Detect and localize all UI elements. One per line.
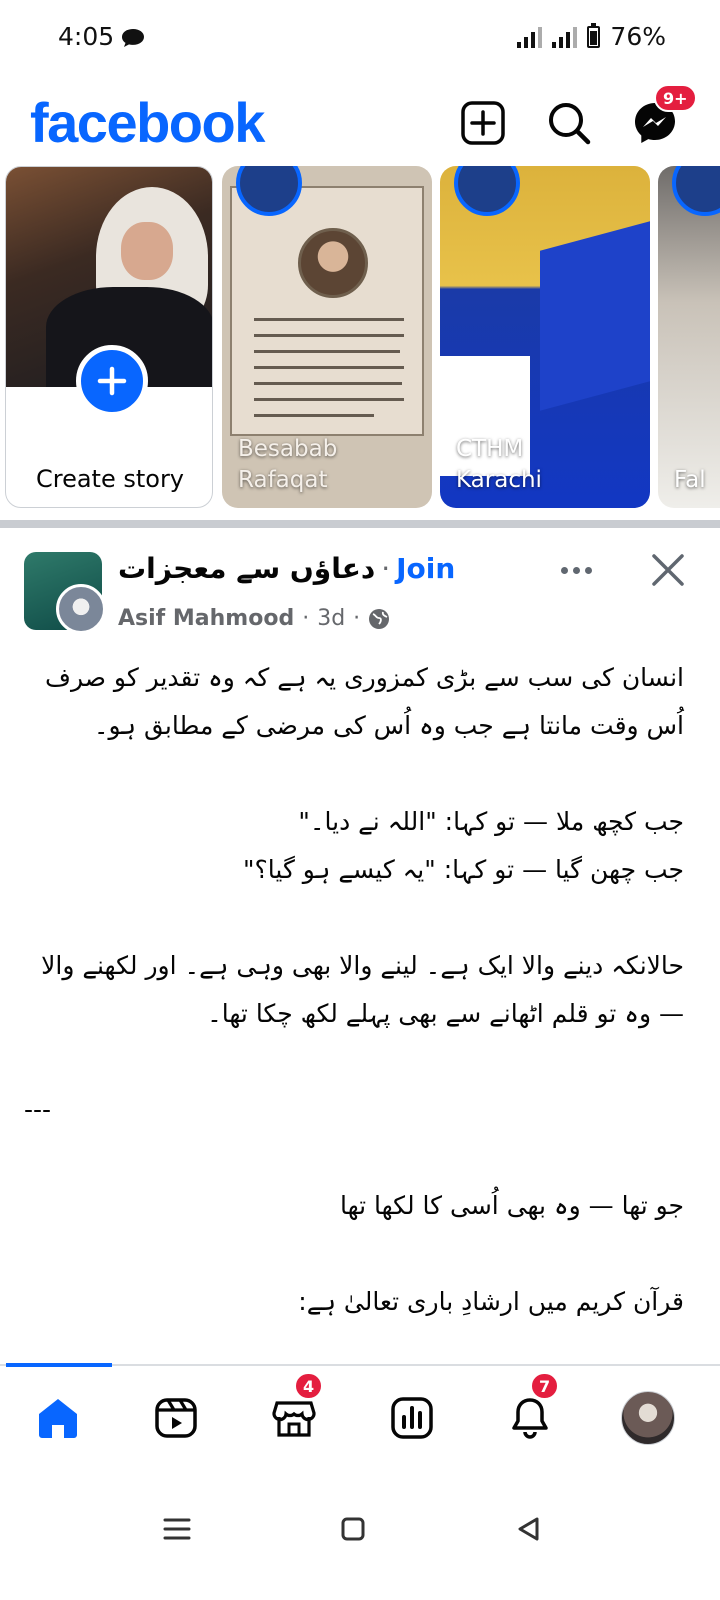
globe-icon <box>369 608 390 629</box>
back-triangle-icon <box>518 1517 539 1541</box>
separator: · <box>353 606 361 631</box>
back-system-button[interactable] <box>504 1504 554 1554</box>
tab-profile[interactable] <box>618 1388 678 1448</box>
post-line: قرآن کریم میں ارشادِ باری تعالیٰ ہے: <box>298 1287 684 1316</box>
post-line: حالانکہ دینے والا ایک ہے۔ لینے والا بھی … <box>41 951 684 1028</box>
story-author: CTHM Karachi <box>456 436 542 493</box>
recent-apps-button[interactable] <box>152 1504 202 1554</box>
post-text: انسان کی سب سے بڑی کمزوری یہ ہے کہ وہ تق… <box>24 654 684 1326</box>
system-navigation-bar <box>0 1480 720 1600</box>
signal-icon <box>552 26 578 48</box>
video-icon <box>155 1398 197 1438</box>
separator: · <box>381 552 391 585</box>
search-icon <box>549 103 591 145</box>
home-icon <box>39 1399 77 1438</box>
tab-notifications[interactable]: 7 <box>500 1372 560 1448</box>
marketplace-badge: 4 <box>294 1372 324 1400</box>
author-name[interactable]: Asif Mahmood <box>118 606 294 631</box>
close-icon <box>652 554 684 586</box>
tab-indicator-track <box>0 1363 720 1367</box>
story-card[interactable]: CTHM Karachi <box>440 166 650 508</box>
story-card[interactable]: Fal <box>658 166 720 508</box>
menu-icon <box>163 1518 191 1540</box>
create-post-button[interactable] <box>458 98 508 148</box>
battery-icon <box>587 22 601 48</box>
home-square-icon <box>341 1517 365 1541</box>
post-meta: Asif Mahmood · 3d · <box>118 606 390 631</box>
tab-home[interactable] <box>28 1388 88 1448</box>
group-title-row: دعاؤں سے معجزات · Join <box>118 552 455 585</box>
story-avatar <box>672 166 720 216</box>
join-button[interactable]: Join <box>396 552 455 585</box>
tab-video[interactable] <box>146 1388 206 1448</box>
plus-square-icon <box>461 101 505 145</box>
story-author: Fal <box>674 467 706 493</box>
add-story-button[interactable] <box>76 345 148 417</box>
hide-post-button[interactable] <box>646 548 690 592</box>
tab-marketplace[interactable]: 4 <box>264 1372 324 1448</box>
chat-bubble-icon <box>120 27 146 53</box>
post-separator-line: --- <box>24 1095 52 1124</box>
tab-dashboard[interactable] <box>382 1388 442 1448</box>
home-system-button[interactable] <box>328 1504 378 1554</box>
feed-divider <box>0 520 720 528</box>
facebook-logo[interactable]: facebook <box>30 90 265 155</box>
post-time[interactable]: 3d <box>317 606 345 631</box>
stories-tray[interactable]: Create story Besabab Rafaqat CTHM Karach… <box>0 162 720 510</box>
post-line: جب چھن گیا — تو کہا: "یہ کیسے ہو گیا؟" <box>243 855 684 884</box>
dashboard-icon <box>391 1397 433 1439</box>
signal-icon <box>517 26 543 48</box>
author-avatar[interactable] <box>56 584 106 634</box>
status-time: 4:05 <box>58 22 115 51</box>
create-story-label: Create story <box>35 465 185 493</box>
search-button[interactable] <box>544 98 594 148</box>
messenger-badge: 9+ <box>654 84 697 112</box>
plus-icon <box>97 366 127 396</box>
marketplace-icon <box>272 1401 316 1437</box>
group-name[interactable]: دعاؤں سے معجزات <box>118 552 375 585</box>
story-image <box>230 186 424 436</box>
battery-percent: 76% <box>610 22 666 51</box>
post-line: جب کچھ ملا — تو کہا: "اللہ نے دیا۔" <box>298 807 684 836</box>
status-indicators: 76% <box>517 22 666 51</box>
story-author: Besabab Rafaqat <box>238 436 338 493</box>
post-line: انسان کی سب سے بڑی کمزوری یہ ہے کہ وہ تق… <box>45 663 684 740</box>
notifications-badge: 7 <box>530 1372 560 1400</box>
separator: · <box>302 606 310 631</box>
story-card[interactable]: Besabab Rafaqat <box>222 166 432 508</box>
bottom-tab-bar: 4 7 <box>0 1368 720 1468</box>
profile-avatar <box>621 1391 675 1445</box>
more-options-button[interactable] <box>552 554 600 586</box>
post-line: جو تھا — وہ بھی اُسی کا لکھا تھا <box>340 1191 684 1220</box>
status-bar: 4:05 76% <box>0 0 720 80</box>
create-story-card[interactable]: Create story <box>5 166 213 508</box>
notifications-icon <box>512 1398 548 1439</box>
post-header: دعاؤں سے معجزات · Join Asif Mahmood · 3d… <box>0 540 720 640</box>
messenger-button[interactable]: 9+ <box>630 84 697 148</box>
active-tab-indicator <box>6 1363 112 1367</box>
story-avatar <box>454 166 520 216</box>
app-header: facebook 9+ <box>0 84 720 162</box>
